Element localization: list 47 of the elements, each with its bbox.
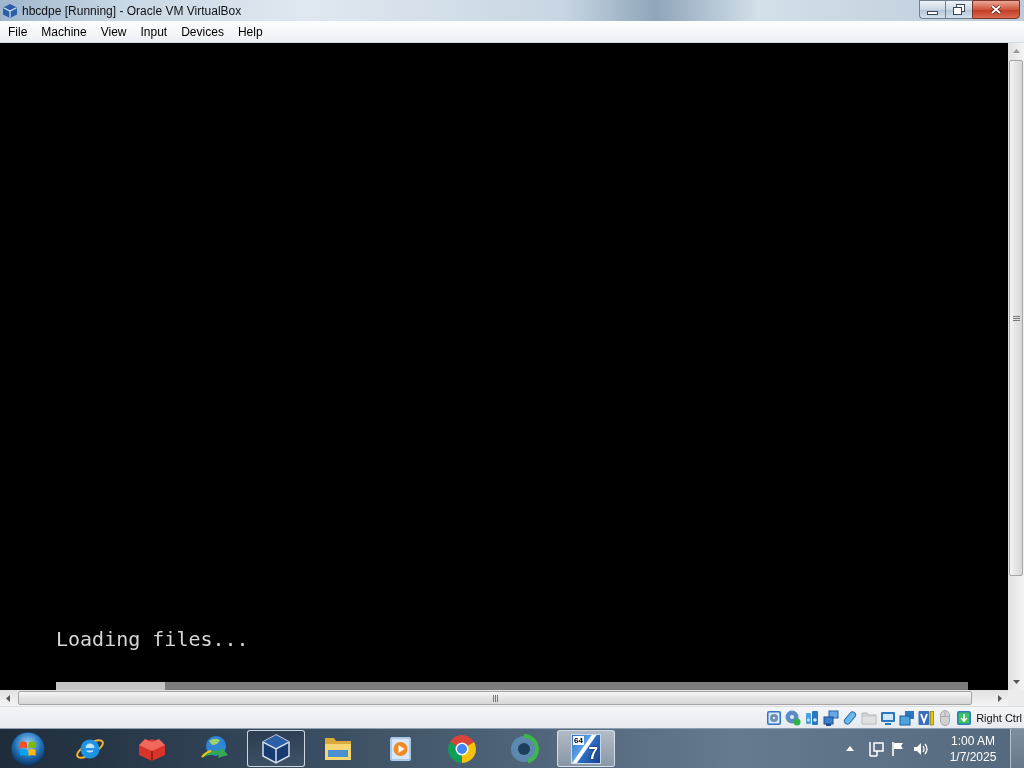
minimize-button[interactable] (919, 0, 945, 19)
flag-icon[interactable] (890, 740, 906, 757)
caret-up-icon (1012, 49, 1020, 53)
grip-icon (1012, 315, 1020, 321)
tricolor-circle-icon (446, 732, 478, 765)
minimize-icon (927, 10, 938, 15)
menu-item[interactable]: View (93, 22, 134, 41)
speaker-columns-icon[interactable] (804, 709, 821, 726)
tile-badge-text: 64 (573, 735, 584, 745)
disc-icon[interactable] (785, 709, 802, 726)
menu-item[interactable]: Devices (174, 22, 231, 41)
arrow-tile-icon[interactable] (956, 709, 973, 726)
monitor-icon[interactable] (880, 709, 897, 726)
restore-icon (953, 4, 965, 15)
ring-arc-icon (508, 732, 540, 765)
caret-right-icon (998, 694, 1002, 702)
taskbar-button[interactable] (247, 730, 305, 767)
chevron-tile-icon[interactable] (918, 709, 935, 726)
caret-up-icon (846, 746, 854, 751)
scroll-thumb[interactable] (18, 691, 972, 705)
scrollbar-corner (1008, 690, 1024, 706)
hard-disk-icon[interactable] (766, 709, 783, 726)
caret-down-icon (1012, 680, 1020, 684)
show-desktop-button[interactable] (1010, 729, 1024, 768)
network-icon[interactable] (868, 740, 884, 757)
clock[interactable]: 1:00 AM 1/7/2025 (940, 732, 1006, 765)
menu-item[interactable]: Input (133, 22, 175, 41)
loading-message: Loading files... (56, 627, 249, 651)
flag-orb-icon (10, 730, 46, 767)
scroll-thumb[interactable] (1009, 60, 1023, 576)
cube-icon (260, 732, 292, 765)
grip-icon (492, 694, 498, 702)
taskbar-button[interactable]: 64 7 (557, 730, 615, 767)
restore-button[interactable] (945, 0, 972, 19)
caret-left-icon (6, 694, 10, 702)
host-key-label: Right Ctrl (976, 711, 1022, 724)
tile-number: 7 (588, 744, 598, 763)
close-button[interactable] (972, 0, 1020, 19)
menu-item[interactable]: File (1, 22, 35, 41)
menu-item[interactable]: Help (230, 22, 270, 41)
windows-stack-icon[interactable] (899, 709, 916, 726)
usb-stick-icon[interactable] (842, 709, 859, 726)
network-icon[interactable] (823, 709, 840, 726)
close-icon (990, 4, 1002, 15)
menu-item[interactable]: Machine (34, 22, 94, 41)
window-title: hbcdpe [Running] - Oracle VM VirtualBox (22, 3, 242, 18)
cube-icon (2, 2, 18, 19)
